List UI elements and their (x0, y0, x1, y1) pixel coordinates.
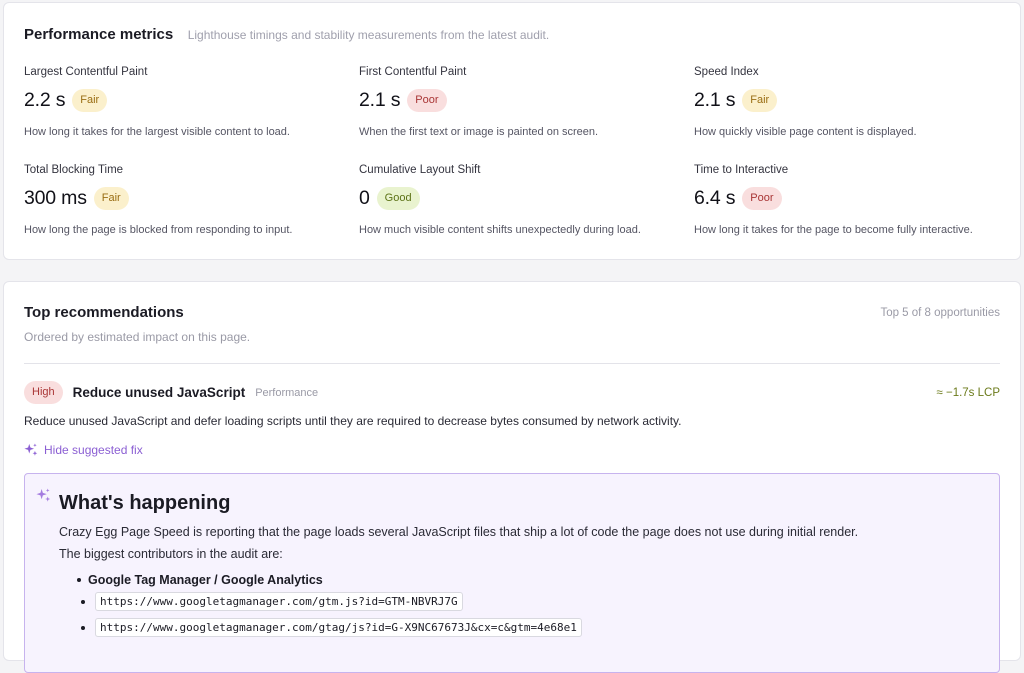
script-url-item: https://www.googletagmanager.com/gtag/js… (81, 618, 582, 637)
sparkles-icon (36, 488, 51, 502)
metric-label: First Contentful Paint (359, 66, 467, 78)
script-url-item: https://www.googletagmanager.com/gtm.js?… (81, 592, 463, 611)
metric-description: When the first text or image is painted … (359, 126, 599, 138)
metric-total-blocking-time: Total Blocking Time 300 ms Fair How long… (24, 164, 344, 236)
metric-value: 2.1 s (359, 88, 401, 111)
metrics-title: Performance metrics (24, 26, 174, 43)
bullet (81, 625, 85, 630)
hide-suggested-fix-label: Hide suggested fix (44, 443, 143, 457)
contributor-item: Google Tag Manager / Google Analytics (77, 573, 323, 587)
metric-first-contentful-paint: First Contentful Paint 2.1 s Poor When t… (359, 66, 679, 138)
fix-heading: What's happening (59, 492, 231, 514)
metric-time-to-interactive: Time to Interactive 6.4 s Poor How long … (694, 164, 1014, 236)
rating-badge: Fair (93, 186, 129, 210)
recommendations-subtitle: Ordered by estimated impact on this page… (24, 330, 251, 344)
divider (24, 363, 1000, 364)
metric-value: 300 ms (24, 186, 87, 209)
metrics-subtitle: Lighthouse timings and stability measure… (187, 28, 550, 42)
bullet (77, 578, 81, 582)
metric-description: How quickly visible page content is disp… (694, 126, 917, 138)
metric-description: How long it takes for the page to become… (694, 224, 973, 236)
metric-description: How much visible content shifts unexpect… (359, 224, 641, 236)
fix-paragraph: The biggest contributors in the audit ar… (59, 547, 283, 561)
recommendation-header: High Reduce unused JavaScript Performanc… (24, 381, 318, 404)
metric-label: Speed Index (694, 66, 759, 78)
suggested-fix-panel: What's happening Crazy Egg Page Speed is… (24, 473, 1000, 673)
priority-badge: High (24, 381, 63, 404)
rating-badge: Fair (72, 88, 108, 112)
metric-label: Time to Interactive (694, 164, 789, 176)
metric-value: 2.2 s (24, 88, 66, 111)
opportunities-count: Top 5 of 8 opportunities (880, 307, 1000, 319)
sparkles-icon (24, 443, 38, 456)
metric-largest-contentful-paint: Largest Contentful Paint 2.2 s Fair How … (24, 66, 344, 138)
metric-value: 2.1 s (694, 88, 736, 111)
rating-badge: Fair (742, 88, 778, 112)
metric-description: How long the page is blocked from respon… (24, 224, 293, 236)
script-url: https://www.googletagmanager.com/gtag/js… (95, 618, 582, 637)
contributor-name: Google Tag Manager / Google Analytics (88, 573, 323, 587)
metrics-header: Performance metrics Lighthouse timings a… (24, 26, 549, 44)
metric-label: Cumulative Layout Shift (359, 164, 481, 176)
recommendation-description: Reduce unused JavaScript and defer loadi… (24, 414, 682, 428)
script-url: https://www.googletagmanager.com/gtm.js?… (95, 592, 463, 611)
metric-speed-index: Speed Index 2.1 s Fair How quickly visib… (694, 66, 1014, 138)
estimated-impact: ≈ −1.7s LCP (936, 387, 1000, 399)
recommendation-category: Performance (255, 386, 319, 399)
rating-badge: Poor (742, 186, 782, 210)
top-recommendations-card: Top recommendations Ordered by estimated… (3, 281, 1021, 673)
bullet (81, 599, 85, 604)
fix-paragraph: Crazy Egg Page Speed is reporting that t… (59, 525, 859, 539)
metric-description: How long it takes for the largest visibl… (24, 126, 290, 138)
recommendation-title: Reduce unused JavaScript (72, 385, 246, 400)
metric-cumulative-layout-shift: Cumulative Layout Shift 0 Good How much … (359, 164, 679, 236)
recommendations-title: Top recommendations (24, 304, 184, 321)
hide-suggested-fix-button[interactable]: Hide suggested fix (24, 443, 143, 457)
performance-metrics-card: Performance metrics Lighthouse timings a… (3, 2, 1021, 260)
metric-value: 0 (359, 186, 370, 209)
metric-value: 6.4 s (694, 186, 736, 209)
rating-badge: Good (376, 186, 420, 210)
metric-label: Largest Contentful Paint (24, 66, 148, 78)
metric-label: Total Blocking Time (24, 164, 124, 176)
rating-badge: Poor (407, 88, 447, 112)
